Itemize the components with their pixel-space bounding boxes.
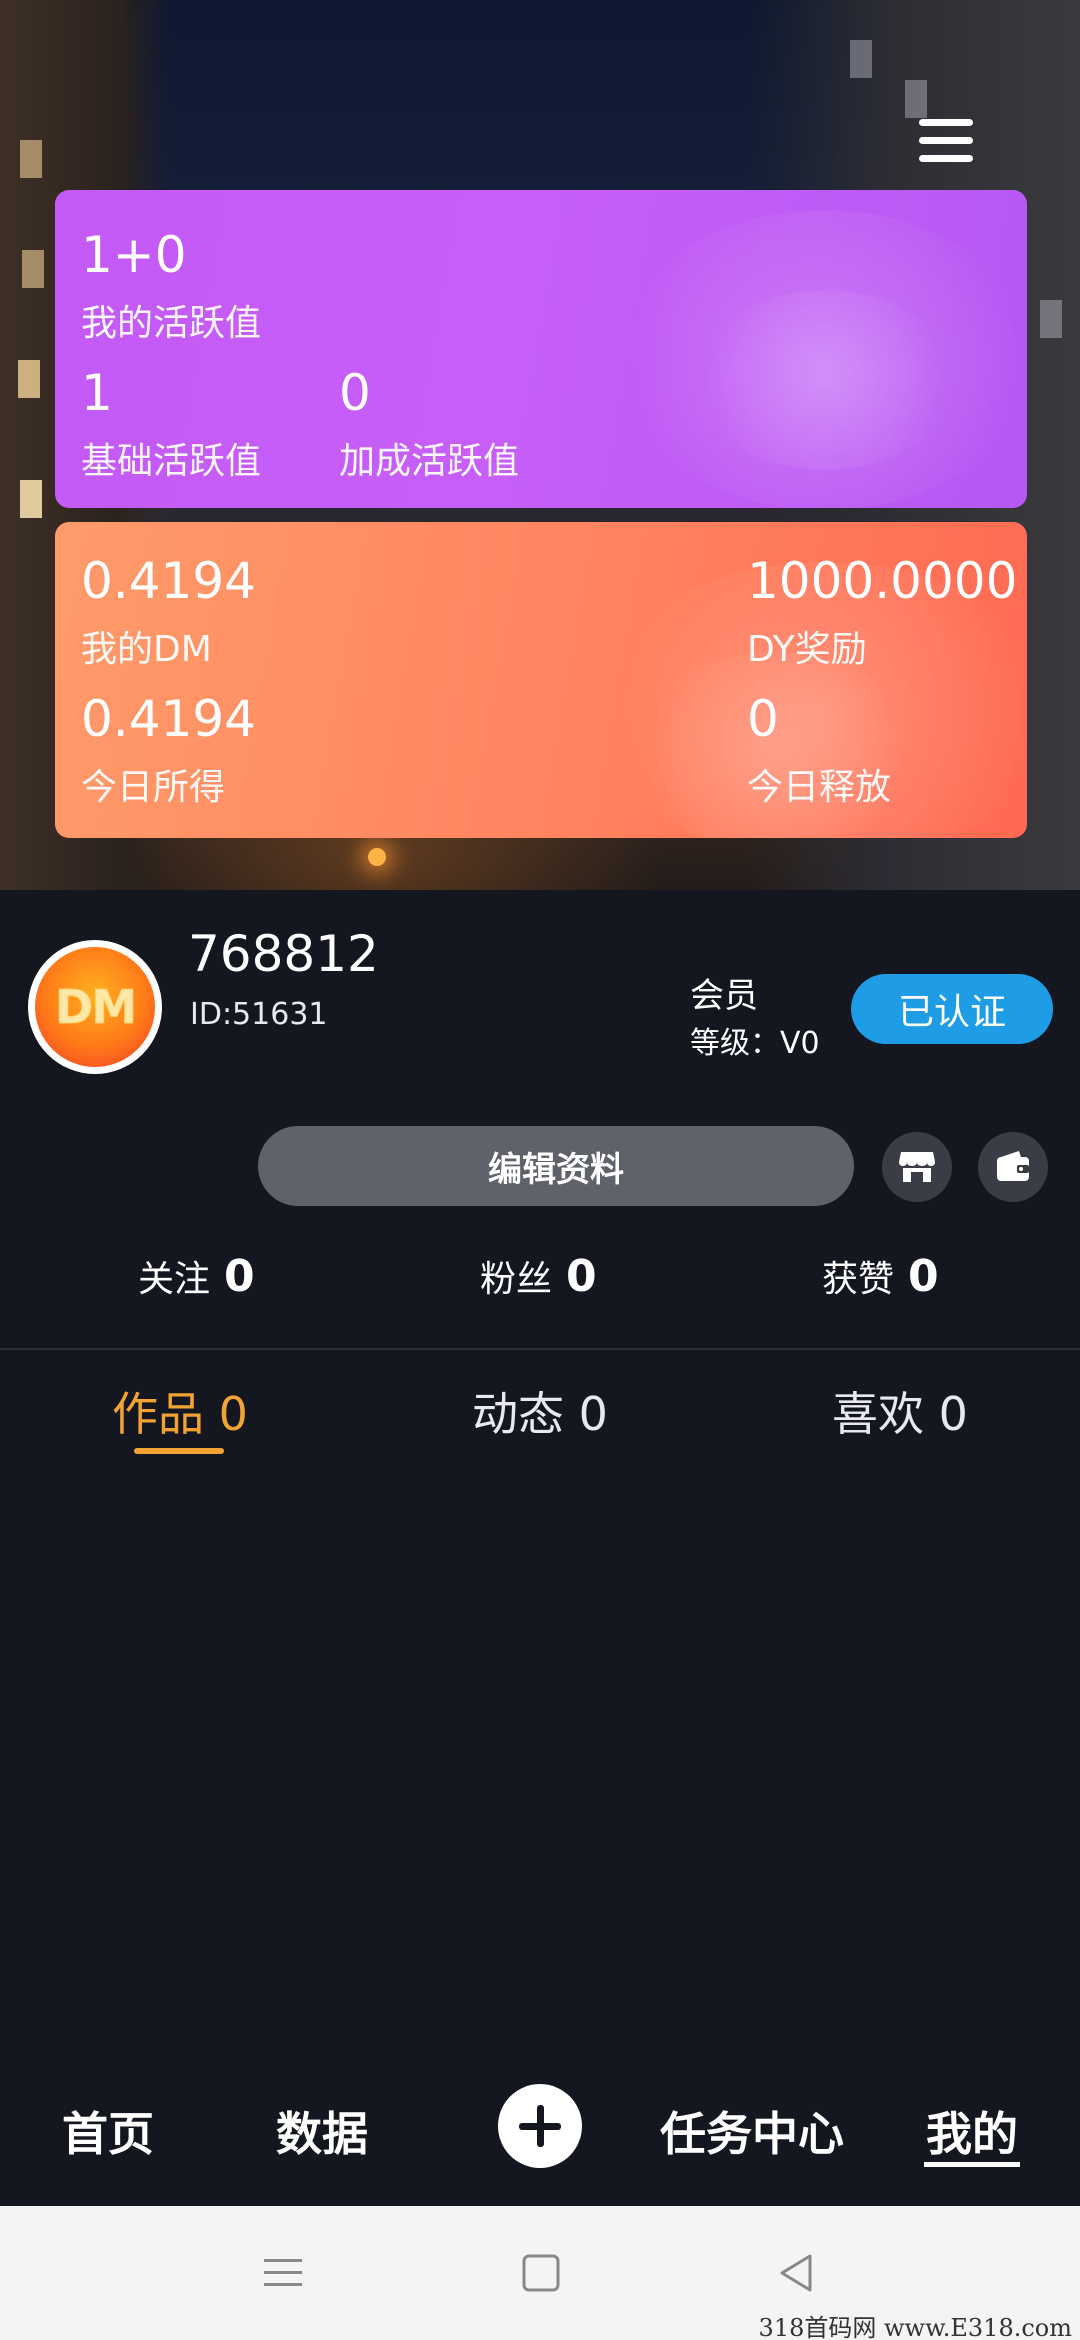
window-light [905, 80, 927, 118]
nav-task-center[interactable]: 任务中心 [660, 2098, 844, 2164]
member-label: 会员 [690, 976, 758, 1016]
stat-following-label: 关注 [138, 1259, 211, 1300]
window-light [20, 140, 42, 178]
stat-following-value: 0 [224, 1251, 255, 1302]
user-id: ID:51631 [190, 997, 328, 1032]
dy-reward-value: 1000.0000 [747, 552, 1018, 610]
profile-screen: 1+0 我的活跃值 1 基础活跃值 0 加成活跃值 0.4194 我的DM 10… [0, 0, 1080, 2340]
nav-home[interactable]: 首页 [62, 2098, 154, 2164]
hero-background: 1+0 我的活跃值 1 基础活跃值 0 加成活跃值 0.4194 我的DM 10… [0, 0, 1080, 890]
total-activity-value: 1+0 [81, 226, 187, 284]
store-icon[interactable] [882, 1132, 952, 1202]
dm-card: 0.4194 我的DM 1000.0000 DY奖励 0.4194 今日所得 0… [55, 522, 1027, 838]
stat-likes[interactable]: 获赞 0 [822, 1250, 939, 1302]
member-level: 等级：V0 [690, 1026, 820, 1061]
home-square-icon[interactable] [516, 2250, 566, 2296]
my-dm-label: 我的DM [81, 629, 212, 670]
window-light [1040, 300, 1062, 338]
today-earned-label: 今日所得 [81, 767, 226, 808]
verified-button[interactable]: 已认证 [851, 974, 1053, 1044]
base-activity-label: 基础活跃值 [81, 441, 262, 482]
my-dm-value: 0.4194 [81, 552, 256, 610]
total-activity-label: 我的活跃值 [81, 303, 262, 344]
nav-data[interactable]: 数据 [276, 2098, 368, 2164]
tab-moments[interactable]: 动态 0 [472, 1378, 608, 1444]
tab-works[interactable]: 作品 0 [112, 1378, 248, 1444]
activity-card: 1+0 我的活跃值 1 基础活跃值 0 加成活跃值 [55, 190, 1027, 508]
today-earned-value: 0.4194 [81, 690, 256, 748]
window-light [22, 250, 44, 288]
street-light [368, 848, 386, 866]
stat-following[interactable]: 关注 0 [138, 1250, 255, 1302]
stat-likes-label: 获赞 [822, 1259, 895, 1300]
username: 768812 [188, 925, 379, 983]
recents-icon[interactable] [258, 2250, 308, 2296]
tab-active-indicator [134, 1448, 224, 1454]
stat-fans-value: 0 [566, 1251, 597, 1302]
today-release-value: 0 [747, 690, 779, 748]
divider [0, 1348, 1080, 1350]
stat-fans[interactable]: 粉丝 0 [480, 1250, 597, 1302]
plus-icon[interactable] [498, 2084, 582, 2168]
stat-likes-value: 0 [908, 1251, 939, 1302]
wallet-icon[interactable] [978, 1132, 1048, 1202]
base-activity-value: 1 [81, 364, 113, 422]
back-triangle-icon[interactable] [772, 2250, 822, 2296]
hamburger-menu-icon[interactable] [915, 115, 977, 167]
window-light [18, 360, 40, 398]
avatar[interactable]: DM [28, 940, 162, 1074]
edit-profile-button[interactable]: 编辑资料 [258, 1126, 854, 1206]
tab-likes[interactable]: 喜欢 0 [832, 1378, 968, 1444]
today-release-label: 今日释放 [747, 767, 892, 808]
bonus-activity-value: 0 [339, 364, 371, 422]
card-decoration [695, 290, 955, 470]
stat-fans-label: 粉丝 [480, 1259, 553, 1300]
nav-mine-indicator [924, 2162, 1020, 2167]
avatar-logo: DM [35, 947, 155, 1067]
dy-reward-label: DY奖励 [747, 629, 867, 670]
nav-mine[interactable]: 我的 [926, 2098, 1018, 2164]
watermark: 318首码网 www.E318.com [758, 2314, 1072, 2340]
bonus-activity-label: 加成活跃值 [339, 441, 520, 482]
window-light [850, 40, 872, 78]
window-light [20, 480, 42, 518]
